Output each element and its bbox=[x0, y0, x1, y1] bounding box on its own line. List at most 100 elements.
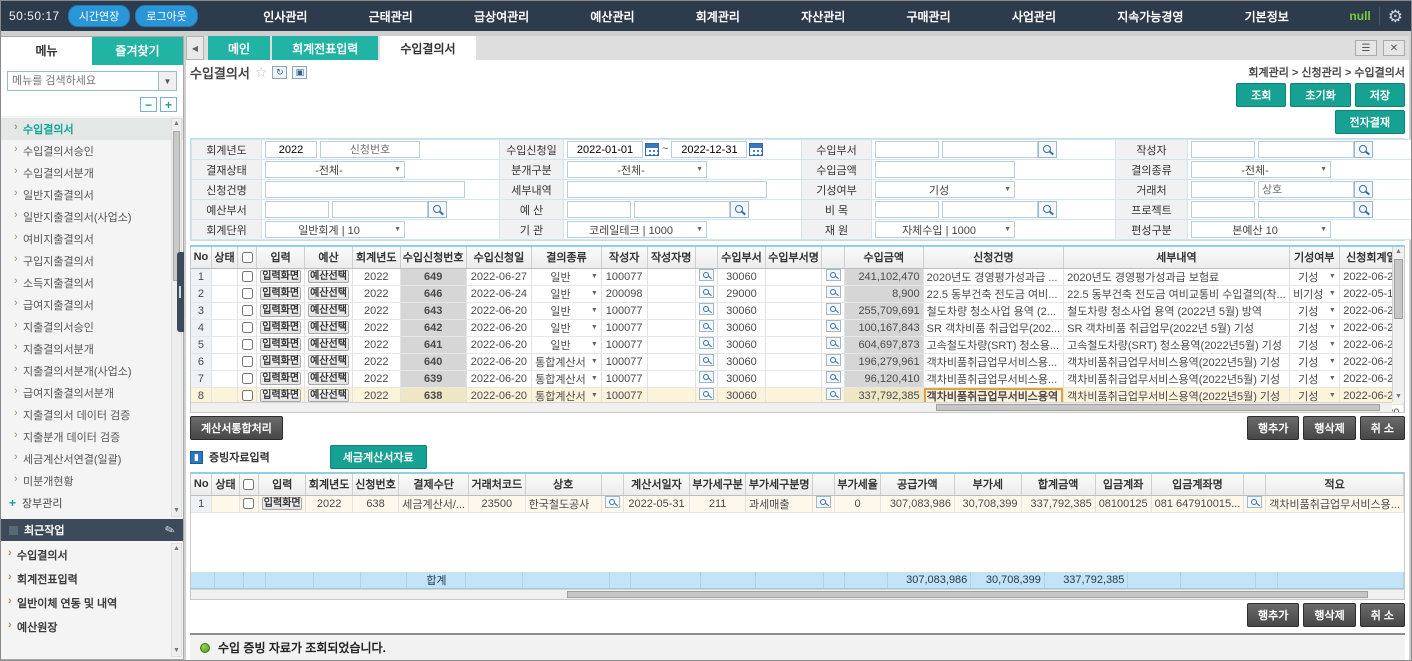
column-header-신청건명[interactable]: 신청건명 bbox=[923, 247, 1064, 268]
cell-complete[interactable]: 기성▼ bbox=[1289, 353, 1339, 370]
tab-close-icon[interactable]: ✕ bbox=[1383, 40, 1405, 56]
name-input[interactable] bbox=[942, 201, 1038, 218]
cell-type[interactable]: 일반▼ bbox=[532, 285, 602, 302]
search-icon[interactable] bbox=[699, 337, 714, 349]
budget-button[interactable]: 예산선택 bbox=[308, 372, 349, 385]
recent-item[interactable]: 일반이체 연동 및 내역 bbox=[1, 591, 183, 615]
logout-button[interactable]: 로그아웃 bbox=[135, 5, 197, 27]
grid1-vertical-scrollbar[interactable]: ▲ ▼ bbox=[1392, 247, 1404, 402]
select-분개구분[interactable]: -전체-▼ bbox=[567, 161, 707, 178]
calendar-icon[interactable] bbox=[645, 143, 659, 156]
search-icon[interactable] bbox=[1247, 496, 1262, 508]
column-header-예산[interactable]: 예산 bbox=[305, 247, 353, 268]
topbar-menu[interactable]: 자산관리 bbox=[791, 8, 855, 25]
tree-expand-button[interactable]: + bbox=[160, 97, 177, 112]
year-input[interactable] bbox=[265, 141, 317, 158]
column-header-mag2[interactable] bbox=[813, 474, 835, 495]
date-to-input[interactable] bbox=[671, 141, 747, 158]
recent-item[interactable]: 수입결의서 bbox=[1, 543, 183, 567]
input-button[interactable]: 입력화면 bbox=[262, 497, 302, 510]
settings-gear-icon[interactable]: ⚙ bbox=[1388, 8, 1403, 25]
tab-회계전표입력[interactable]: 회계전표입력 bbox=[272, 36, 378, 60]
input-button[interactable]: 입력화면 bbox=[260, 304, 301, 317]
sidebar-tab-menu[interactable]: 메뉴 bbox=[1, 37, 92, 65]
grid2-button-행삭제[interactable]: 행삭제 bbox=[1303, 603, 1355, 627]
column-header-입력[interactable]: 입력 bbox=[257, 247, 305, 268]
budget-button[interactable]: 예산선택 bbox=[308, 287, 349, 300]
column-header-부가세구분명[interactable]: 부가세구분명 bbox=[746, 474, 813, 495]
budget-button[interactable]: 예산선택 bbox=[308, 389, 349, 402]
page-button-저장[interactable]: 저장 bbox=[1355, 83, 1405, 107]
column-header-수입부서[interactable]: 수입부서 bbox=[718, 247, 766, 268]
name-input[interactable] bbox=[942, 141, 1038, 158]
cell-type[interactable]: 통합계산서▼ bbox=[532, 370, 602, 387]
search-icon[interactable] bbox=[816, 496, 831, 508]
search-icon[interactable] bbox=[826, 337, 841, 349]
name-input[interactable] bbox=[332, 201, 428, 218]
topbar-menu[interactable]: 급상여관리 bbox=[464, 8, 539, 25]
search-icon[interactable] bbox=[826, 286, 841, 298]
search-icon[interactable] bbox=[699, 371, 714, 383]
sidebar-item[interactable]: 급여지출결의서분개 bbox=[1, 382, 183, 404]
code-input[interactable] bbox=[875, 141, 939, 158]
scroll-up-icon[interactable]: ▲ bbox=[172, 544, 181, 554]
column-header-상태[interactable]: 상태 bbox=[212, 474, 239, 495]
column-header-회계년도[interactable]: 회계년도 bbox=[352, 247, 400, 268]
merge-bill-button[interactable]: 계산서통합처리 bbox=[190, 416, 283, 440]
topbar-menu[interactable]: 회계관리 bbox=[686, 8, 750, 25]
grid1-button-행삭제[interactable]: 행삭제 bbox=[1303, 416, 1355, 440]
tab-list-icon[interactable]: ☰ bbox=[1355, 40, 1377, 56]
column-header-적요[interactable]: 적요 bbox=[1266, 474, 1404, 495]
cell-type[interactable]: 일반▼ bbox=[532, 336, 602, 353]
tab-수입결의서[interactable]: 수입결의서 bbox=[380, 36, 475, 60]
sidebar-item[interactable]: 지출결의서승인 bbox=[1, 316, 183, 338]
code-input[interactable] bbox=[567, 201, 631, 218]
column-header-작성자[interactable]: 작성자 bbox=[601, 247, 647, 268]
column-header-chk[interactable] bbox=[238, 247, 257, 268]
request-no-input[interactable] bbox=[320, 141, 420, 158]
topbar-menu[interactable]: 사업관리 bbox=[1002, 8, 1066, 25]
select-기성여부[interactable]: 기성▼ bbox=[875, 181, 1015, 198]
sidebar-item[interactable]: 지출결의서분개(사업소) bbox=[1, 360, 183, 382]
column-header-기성여부[interactable]: 기성여부 bbox=[1289, 247, 1339, 268]
search-icon[interactable] bbox=[1038, 141, 1057, 158]
column-header-상태[interactable]: 상태 bbox=[211, 247, 237, 268]
topbar-menu[interactable]: 기본정보 bbox=[1235, 8, 1299, 25]
budget-button[interactable]: 예산선택 bbox=[308, 355, 349, 368]
name-input[interactable] bbox=[1258, 201, 1354, 218]
row-checkbox[interactable] bbox=[242, 339, 253, 350]
tab-메인[interactable]: 메인 bbox=[208, 36, 270, 60]
column-header-상호[interactable]: 상호 bbox=[525, 474, 601, 495]
column-header-부가세[interactable]: 부가세 bbox=[954, 474, 1021, 495]
column-header-mag1[interactable] bbox=[601, 474, 623, 495]
column-header-세부내역[interactable]: 세부내역 bbox=[1064, 247, 1290, 268]
input-button[interactable]: 입력화면 bbox=[260, 287, 301, 300]
sidebar-item[interactable]: 일반지출결의서 bbox=[1, 184, 183, 206]
sidebar-item[interactable]: 지출결의서분개 bbox=[1, 338, 183, 360]
column-header-No[interactable]: No bbox=[191, 474, 212, 495]
scroll-down-icon[interactable]: ▼ bbox=[172, 646, 181, 656]
search-icon[interactable] bbox=[699, 388, 714, 400]
sidebar-item[interactable]: 수입결의서 bbox=[1, 118, 183, 140]
column-header-결제수단[interactable]: 결제수단 bbox=[399, 474, 469, 495]
select-결의종류[interactable]: -전체-▼ bbox=[1191, 161, 1331, 178]
sidebar-item[interactable]: 급여지출결의서 bbox=[1, 294, 183, 316]
select-all-checkbox[interactable] bbox=[243, 479, 254, 490]
favorite-star-icon[interactable]: ☆ bbox=[255, 64, 268, 81]
search-icon[interactable] bbox=[826, 371, 841, 383]
input-button[interactable]: 입력화면 bbox=[260, 372, 301, 385]
sidebar-item[interactable]: 여비지출결의서 bbox=[1, 228, 183, 250]
name-input[interactable] bbox=[1258, 181, 1354, 198]
column-header-계산서일자[interactable]: 계산서일자 bbox=[623, 474, 690, 495]
budget-button[interactable]: 예산선택 bbox=[308, 304, 349, 317]
search-icon[interactable] bbox=[605, 496, 620, 508]
table-row[interactable]: 7입력화면예산선택20226392022-06-20통합계산서▼10007730… bbox=[191, 370, 1404, 387]
search-icon[interactable] bbox=[826, 354, 841, 366]
table-row[interactable]: 6입력화면예산선택20226402022-06-20통합계산서▼10007730… bbox=[191, 353, 1404, 370]
sidebar-item[interactable]: 구입지출결의서 bbox=[1, 250, 183, 272]
search-icon[interactable] bbox=[699, 286, 714, 298]
column-header-거래처코드[interactable]: 거래처코드 bbox=[469, 474, 526, 495]
extend-time-button[interactable]: 시간연장 bbox=[68, 5, 130, 27]
select-재 원[interactable]: 자체수입 | 1000▼ bbox=[875, 221, 1015, 238]
sidebar-item[interactable]: 지출결의서 데이터 검증 bbox=[1, 404, 183, 426]
